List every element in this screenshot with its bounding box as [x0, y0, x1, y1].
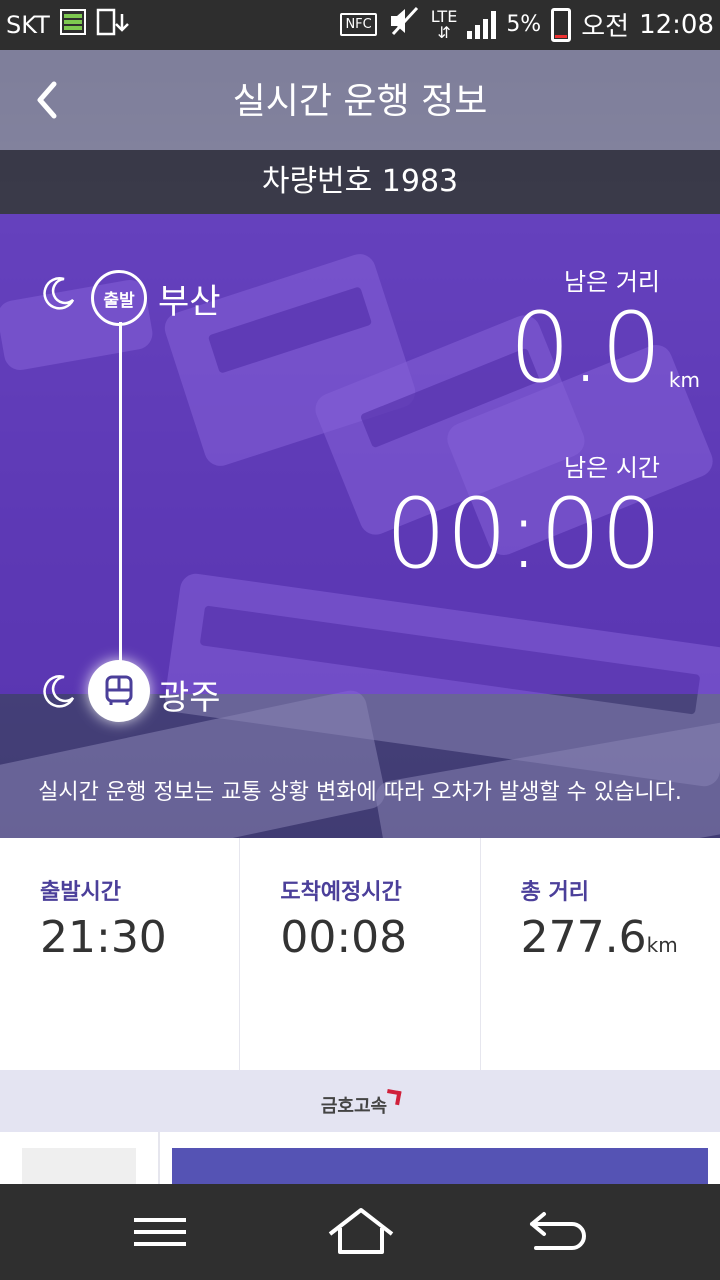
total-distance-label: 총 거리	[520, 880, 590, 905]
departure-badge: 출발	[91, 270, 147, 326]
battery-percent: 5%	[506, 12, 542, 37]
eta-value: 00:08	[280, 912, 408, 963]
moon-icon	[42, 674, 76, 708]
total-distance-value-wrap: 277.6km	[521, 912, 678, 963]
bus-icon	[105, 675, 133, 705]
moon-icon	[42, 276, 76, 310]
download-icon	[96, 8, 132, 42]
brand-bar: 금호고속	[0, 1070, 720, 1132]
bus-position-marker	[88, 660, 150, 722]
ampm-label: 오전	[581, 12, 630, 42]
title-bar: 실시간 운행 정보	[0, 50, 720, 150]
home-icon	[328, 1208, 394, 1254]
departure-time-value: 21:30	[40, 912, 167, 963]
departure-time-card: 출발시간 21:30	[0, 838, 241, 1070]
storage-icon	[59, 9, 86, 41]
carrier-label: SKT	[6, 11, 50, 39]
battery-icon	[551, 7, 572, 42]
remaining-distance-unit: km	[668, 368, 700, 392]
total-distance-card: 총 거리 277.6km	[481, 838, 720, 1070]
back-arrow-icon	[530, 1212, 586, 1250]
back-nav-button[interactable]	[526, 1204, 590, 1260]
network-type: LTE ⇵	[430, 6, 458, 42]
eta-label: 도착예정시간	[280, 880, 402, 905]
network-label: LTE	[430, 6, 458, 26]
page-title: 실시간 운행 정보	[232, 81, 488, 122]
remaining-distance-value: 0.0	[509, 292, 662, 404]
clock: 12:08	[639, 9, 714, 40]
vehicle-number: 차량번호 1983	[0, 150, 720, 214]
trip-summary: 출발시간 21:30 도착예정시간 00:08 총 거리 277.6km	[0, 838, 720, 1070]
bottom-content-strip	[0, 1132, 720, 1188]
total-distance-unit: km	[646, 933, 678, 957]
thumbnail-button[interactable]	[22, 1148, 136, 1188]
status-bar: SKT NFC LTE ⇵ 5% 오전 12:08	[0, 0, 720, 50]
total-distance-value: 277.6	[520, 912, 647, 963]
nfc-icon: NFC	[340, 13, 377, 36]
brand-mark-icon	[385, 1089, 402, 1106]
system-nav-bar	[0, 1184, 720, 1280]
route-line	[119, 322, 122, 674]
menu-icon	[134, 1218, 186, 1246]
realtime-hero: 실시간 운행 정보 차량번호 1983 출발 부산 광주 남은 거리 0.0 k…	[0, 50, 720, 838]
divider	[158, 1132, 160, 1184]
departure-time-label: 출발시간	[40, 880, 121, 905]
mute-icon	[387, 6, 421, 43]
notice-text: 실시간 운행 정보는 교통 상황 변화에 따라 오차가 발생할 수 있습니다.	[38, 780, 682, 805]
menu-button[interactable]	[128, 1204, 192, 1260]
eta-card: 도착예정시간 00:08	[240, 838, 481, 1070]
remaining-time-value: 00:00	[385, 478, 662, 590]
brand-logo: 금호고속	[0, 1089, 720, 1118]
signal-icon	[467, 10, 497, 39]
brand-name: 금호고속	[320, 1096, 388, 1117]
departure-city: 부산	[158, 282, 221, 322]
arrival-city: 광주	[158, 678, 221, 718]
home-button[interactable]	[326, 1204, 394, 1260]
banner-block[interactable]	[172, 1148, 708, 1188]
